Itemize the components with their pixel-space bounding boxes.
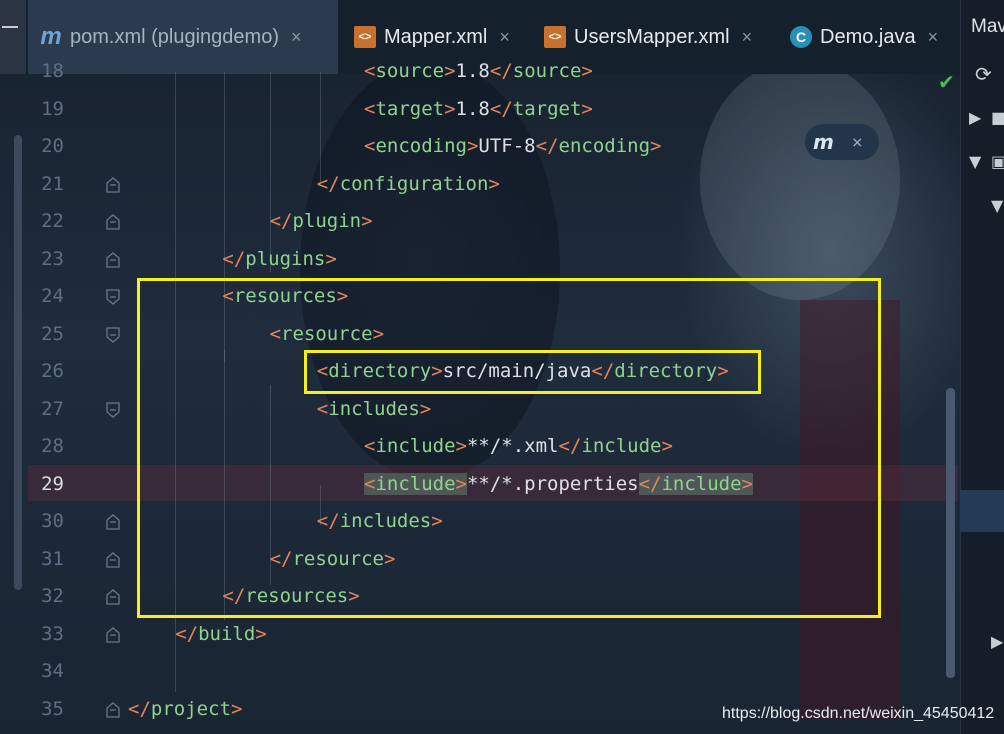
line-number: 24 bbox=[41, 285, 64, 307]
java-class-icon: C bbox=[790, 26, 812, 48]
line-number: 29 bbox=[41, 472, 64, 495]
line-number: 34 bbox=[41, 660, 64, 682]
fold-icon[interactable] bbox=[106, 626, 120, 643]
maven-selected-row[interactable] bbox=[960, 490, 1004, 532]
fold-icon[interactable] bbox=[106, 176, 120, 193]
line-number: 20 bbox=[41, 135, 64, 157]
xml-tag-name: target bbox=[375, 97, 445, 120]
tab-label: UsersMapper.xml bbox=[574, 25, 730, 48]
close-icon[interactable]: × bbox=[499, 27, 510, 48]
watermark: https://blog.csdn.net/weixin_45450412 bbox=[722, 705, 995, 722]
fold-icon[interactable] bbox=[106, 326, 120, 343]
indent-guide bbox=[270, 72, 271, 272]
line-number: 30 bbox=[41, 510, 64, 532]
fold-icon[interactable] bbox=[106, 289, 120, 305]
fold-icon[interactable] bbox=[106, 701, 120, 718]
line-number: 35 bbox=[41, 697, 64, 720]
xml-tag-name: configuration bbox=[339, 172, 489, 195]
close-icon[interactable]: × bbox=[742, 27, 753, 48]
xml-tag-name: project bbox=[150, 697, 231, 720]
code-line[interactable]: </build> bbox=[175, 623, 267, 645]
tab-label: Demo.java bbox=[820, 25, 916, 48]
collapse-arrow-icon[interactable]: ▼ bbox=[991, 196, 1003, 215]
code-line[interactable]: </configuration> bbox=[317, 173, 500, 195]
xml-tag-name: plugins bbox=[245, 247, 326, 270]
code-line[interactable]: <target>1.8</target> bbox=[364, 98, 593, 120]
line-number: 31 bbox=[41, 547, 64, 570]
left-scrollbar[interactable] bbox=[14, 135, 22, 590]
xml-tag-name: encoding bbox=[558, 135, 651, 157]
xml-tag-name: build bbox=[198, 622, 256, 645]
maven-reload-icon[interactable]: m bbox=[813, 130, 834, 154]
line-number: 27 bbox=[41, 397, 64, 420]
maven-icon: m bbox=[40, 23, 62, 50]
xml-tag-name: plugin bbox=[292, 210, 362, 232]
line-number: 33 bbox=[41, 622, 64, 645]
line-number: 18 bbox=[41, 60, 64, 82]
tab-label: Mapper.xml bbox=[384, 25, 488, 48]
maven-reload-popup[interactable]: m × bbox=[805, 124, 879, 160]
xml-file-icon: <> bbox=[354, 26, 376, 48]
line-number: 21 bbox=[41, 172, 64, 195]
fold-icon[interactable] bbox=[106, 401, 120, 418]
expand-arrow-icon[interactable]: ▶ bbox=[969, 108, 981, 127]
code-line[interactable]: </project> bbox=[128, 698, 242, 720]
xml-tag-name: encoding bbox=[375, 135, 467, 157]
tab-1[interactable]: m pom.xml (plugingdemo) × bbox=[28, 0, 338, 74]
project-panel-stub[interactable] bbox=[0, 0, 26, 74]
close-icon[interactable]: × bbox=[291, 27, 302, 48]
fold-icon[interactable] bbox=[106, 551, 120, 568]
tab-4[interactable]: C Demo.java × bbox=[778, 0, 950, 74]
fold-icon[interactable] bbox=[106, 251, 120, 268]
indent-guide bbox=[320, 72, 321, 182]
fold-icon[interactable] bbox=[106, 214, 120, 230]
code-line[interactable]: </plugins> bbox=[222, 248, 336, 270]
xml-tag-name: source bbox=[512, 60, 582, 82]
line-number: 22 bbox=[41, 210, 64, 232]
refresh-icon[interactable]: ⟳ bbox=[975, 62, 992, 86]
line-number: 23 bbox=[41, 247, 64, 270]
check-icon: ✔ bbox=[938, 70, 955, 94]
xml-text-value: UTF-8 bbox=[478, 135, 536, 157]
tab-label: pom.xml (plugingdemo) bbox=[70, 25, 279, 48]
fold-icon[interactable] bbox=[106, 589, 120, 605]
close-icon[interactable]: × bbox=[928, 27, 939, 48]
expand-arrow-icon[interactable]: ▶ bbox=[991, 632, 1003, 651]
close-icon[interactable]: × bbox=[852, 132, 863, 153]
maven-panel-title: Mav bbox=[971, 16, 1004, 37]
line-number: 32 bbox=[41, 585, 64, 607]
xml-text-value: 1.8 bbox=[455, 97, 490, 120]
xml-file-icon: <> bbox=[544, 26, 566, 48]
xml-tag-name: target bbox=[512, 97, 582, 120]
resources-highlight-box bbox=[137, 278, 881, 618]
line-number: 19 bbox=[41, 97, 64, 120]
folder-icon: ■ bbox=[991, 108, 1004, 127]
code-line[interactable]: </plugin> bbox=[270, 210, 373, 232]
fold-icon[interactable] bbox=[106, 514, 120, 530]
directory-highlight-box bbox=[304, 350, 761, 394]
code-line[interactable]: <encoding>UTF-8</encoding> bbox=[364, 135, 661, 157]
xml-tag-name: source bbox=[375, 60, 445, 82]
vertical-scrollbar[interactable] bbox=[946, 388, 955, 678]
line-number: 28 bbox=[41, 435, 64, 457]
module-icon: ▣ bbox=[991, 152, 1004, 171]
line-number: 26 bbox=[41, 360, 64, 382]
collapse-arrow-icon[interactable]: ▼ bbox=[969, 152, 981, 171]
line-number: 25 bbox=[41, 322, 64, 345]
maven-tool-window[interactable]: Mav ⟳ ▶ ■ ▼ ▣ ▼ ▶ bbox=[960, 0, 1004, 734]
code-line[interactable]: <source>1.8</source> bbox=[364, 60, 593, 82]
xml-text-value: 1.8 bbox=[455, 60, 490, 82]
